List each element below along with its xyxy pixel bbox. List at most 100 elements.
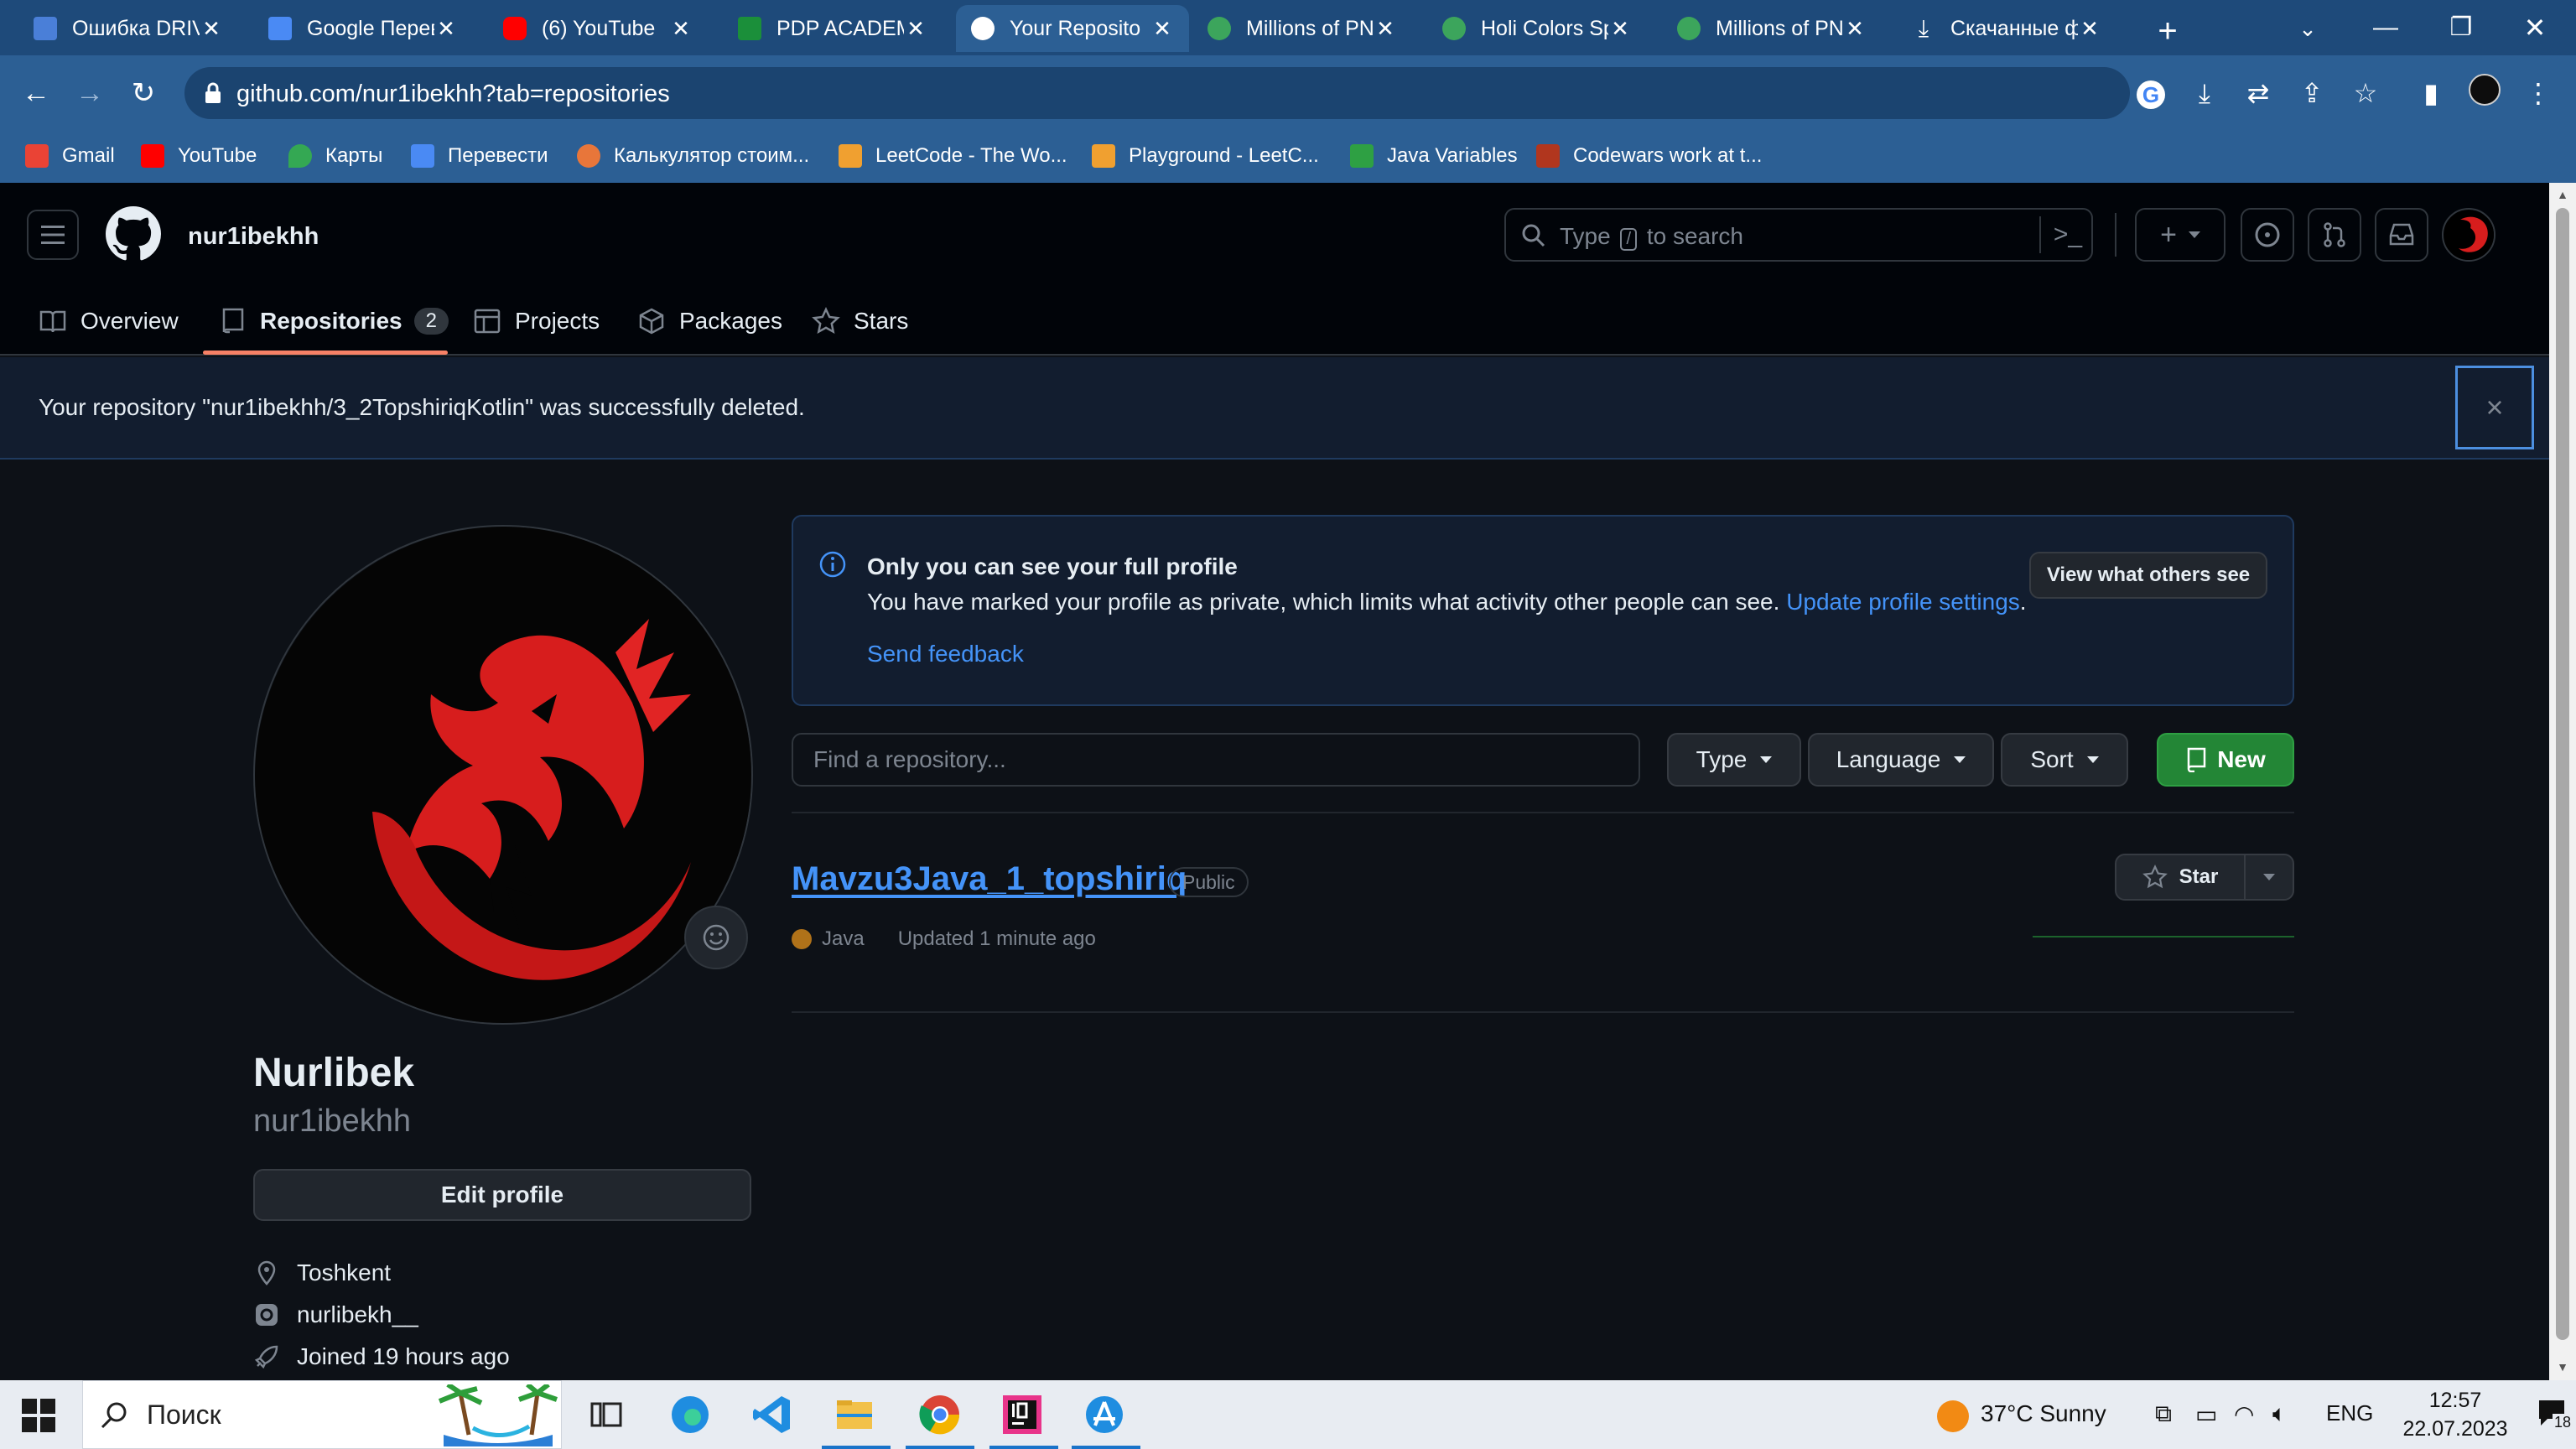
browser-tab-active[interactable]: Your Reposito ✕ bbox=[956, 5, 1189, 52]
table-icon bbox=[474, 309, 501, 334]
tab-close-icon[interactable]: ✕ bbox=[1374, 16, 1397, 42]
command-palette-icon[interactable]: >_ bbox=[2051, 218, 2085, 252]
profile-social-link[interactable]: nurlibekh__ bbox=[253, 1298, 418, 1332]
share-icon[interactable]: ⇪ bbox=[2293, 74, 2331, 112]
browser-tab[interactable]: (6) YouTube ✕ bbox=[488, 5, 708, 52]
tab-search-chevron-icon[interactable]: ⌄ bbox=[2291, 12, 2324, 45]
header-username[interactable]: nur1ibekhh bbox=[188, 223, 319, 251]
user-avatar[interactable] bbox=[2442, 208, 2496, 262]
back-arrow-icon[interactable]: ← bbox=[17, 74, 55, 112]
window-close-icon[interactable]: ✕ bbox=[2514, 7, 2556, 49]
reload-icon[interactable]: ↻ bbox=[124, 74, 163, 112]
edge-icon[interactable] bbox=[667, 1392, 713, 1437]
scroll-down-icon[interactable]: ▼ bbox=[2556, 1360, 2569, 1374]
profile-avatar[interactable] bbox=[253, 525, 753, 1025]
bookmark-youtube[interactable]: YouTube bbox=[141, 141, 257, 171]
browser-tab[interactable]: Ошибка DRIV ✕ bbox=[18, 5, 238, 52]
bookmark-star-icon[interactable]: ☆ bbox=[2346, 74, 2385, 112]
intellij-icon[interactable] bbox=[1000, 1392, 1045, 1437]
scrollbar-thumb[interactable] bbox=[2556, 208, 2569, 1340]
menu-dots-icon[interactable]: ⋮ bbox=[2519, 74, 2558, 112]
tab-packages[interactable]: Packages bbox=[637, 292, 782, 351]
wifi-icon[interactable]: ◠ bbox=[2234, 1400, 2254, 1428]
browser-tab[interactable]: ⤓ Скачанные ф ✕ bbox=[1897, 5, 2116, 52]
scroll-up-icon[interactable]: ▲ bbox=[2556, 188, 2569, 201]
send-feedback-link[interactable]: Send feedback bbox=[867, 641, 1024, 667]
browser-tab[interactable]: PDP ACADEM ✕ bbox=[723, 5, 943, 52]
tab-close-icon[interactable]: ✕ bbox=[1843, 16, 1867, 42]
hamburger-menu-button[interactable] bbox=[27, 210, 79, 260]
file-explorer-icon[interactable] bbox=[832, 1392, 877, 1437]
address-bar[interactable]: github.com/nur1ibekhh?tab=repositories bbox=[184, 67, 2130, 119]
tab-repositories[interactable]: Repositories 2 bbox=[218, 292, 449, 351]
input-language[interactable]: ENG bbox=[2326, 1400, 2373, 1426]
pull-requests-button[interactable] bbox=[2308, 208, 2361, 262]
page-scrollbar[interactable]: ▲ ▼ bbox=[2549, 183, 2576, 1380]
dragon-avatar-icon bbox=[255, 527, 751, 1023]
clock-date[interactable]: 22.07.2023 bbox=[2395, 1417, 2516, 1441]
new-tab-icon[interactable]: + bbox=[2147, 10, 2189, 52]
tab-close-icon[interactable]: ✕ bbox=[2078, 16, 2101, 42]
tab-close-icon[interactable]: ✕ bbox=[200, 16, 223, 42]
bookmark-gmail[interactable]: Gmail bbox=[25, 141, 115, 171]
star-button[interactable]: Star bbox=[2116, 855, 2246, 899]
update-profile-settings-link[interactable]: Update profile settings bbox=[1786, 589, 2020, 615]
create-new-button[interactable]: + bbox=[2135, 208, 2225, 262]
windows-start-icon[interactable] bbox=[22, 1399, 55, 1432]
set-status-button[interactable] bbox=[684, 906, 748, 969]
tab-close-icon[interactable]: ✕ bbox=[1608, 16, 1632, 42]
browser-tab[interactable]: Millions of PN ✕ bbox=[1192, 5, 1412, 52]
bookmark-translate[interactable]: Перевести bbox=[411, 141, 548, 171]
tab-stars[interactable]: Stars bbox=[812, 292, 908, 351]
browser-tab[interactable]: Holi Colors Sp ✕ bbox=[1427, 5, 1647, 52]
taskbar-search[interactable]: Поиск bbox=[82, 1380, 562, 1449]
issues-button[interactable] bbox=[2241, 208, 2294, 262]
restore-icon[interactable]: ❐ bbox=[2440, 7, 2482, 49]
repository-meta: Java Updated 1 minute ago bbox=[792, 926, 1096, 953]
inbox-button[interactable] bbox=[2375, 208, 2428, 262]
vscode-icon[interactable] bbox=[750, 1392, 795, 1437]
forward-arrow-icon[interactable]: → bbox=[70, 74, 109, 112]
flash-close-button[interactable]: × bbox=[2455, 366, 2534, 449]
github-logo-icon[interactable] bbox=[106, 206, 161, 262]
sort-filter-button[interactable]: Sort bbox=[2001, 733, 2128, 787]
bookmark-leetcode-playground[interactable]: Playground - LeetC... bbox=[1092, 141, 1319, 171]
chrome-icon[interactable] bbox=[917, 1392, 963, 1437]
tray-camera-icon[interactable]: ⧉ bbox=[2155, 1400, 2172, 1428]
install-app-icon[interactable]: ⤓ bbox=[2185, 74, 2224, 112]
side-panel-icon[interactable]: ▮ bbox=[2412, 74, 2450, 112]
star-list-dropdown[interactable] bbox=[2246, 855, 2293, 899]
repository-name-link[interactable]: Mavzu3Java_1_topshiriq bbox=[792, 860, 1187, 898]
bookmark-calculator[interactable]: Калькулятор стоим... bbox=[577, 141, 809, 171]
bookmark-codewars[interactable]: Codewars work at t... bbox=[1536, 141, 1762, 171]
battery-icon[interactable]: ▭ bbox=[2195, 1400, 2217, 1428]
tab-projects[interactable]: Projects bbox=[473, 292, 600, 351]
profile-avatar[interactable] bbox=[2465, 74, 2504, 112]
view-what-others-see-button[interactable]: View what others see bbox=[2029, 552, 2267, 599]
app-store-icon[interactable] bbox=[1082, 1392, 1127, 1437]
edit-profile-button[interactable]: Edit profile bbox=[253, 1169, 751, 1221]
minimize-icon[interactable]: — bbox=[2365, 7, 2407, 49]
tab-close-icon[interactable]: ✕ bbox=[434, 16, 458, 42]
google-icon[interactable]: G bbox=[2132, 74, 2170, 112]
bookmark-leetcode[interactable]: LeetCode - The Wo... bbox=[839, 141, 1067, 171]
new-repository-button[interactable]: New bbox=[2157, 733, 2294, 787]
browser-tab[interactable]: Millions of PN ✕ bbox=[1662, 5, 1882, 52]
tab-close-icon[interactable]: ✕ bbox=[904, 16, 927, 42]
tab-close-icon[interactable]: ✕ bbox=[1150, 16, 1174, 42]
tab-overview[interactable]: Overview bbox=[39, 292, 179, 351]
task-view-icon[interactable] bbox=[584, 1392, 629, 1437]
search-input[interactable]: Type / to search >_ bbox=[1504, 208, 2093, 262]
volume-icon[interactable]: 🔈︎ bbox=[2272, 1400, 2287, 1428]
clock-time[interactable]: 12:57 bbox=[2403, 1389, 2507, 1413]
type-filter-button[interactable]: Type bbox=[1667, 733, 1801, 787]
translate-icon[interactable]: ⇄ bbox=[2239, 74, 2277, 112]
weather-text[interactable]: 37°C Sunny bbox=[1981, 1400, 2106, 1427]
browser-tab[interactable]: Google Перев ✕ bbox=[253, 5, 473, 52]
find-repository-input[interactable] bbox=[792, 733, 1640, 787]
bookmark-maps[interactable]: Карты bbox=[288, 141, 382, 171]
language-filter-button[interactable]: Language bbox=[1808, 733, 1994, 787]
tab-close-icon[interactable]: ✕ bbox=[669, 16, 693, 42]
bookmark-java-variables[interactable]: Java Variables bbox=[1350, 141, 1518, 171]
notifications-button[interactable]: 18 bbox=[2536, 1397, 2573, 1431]
